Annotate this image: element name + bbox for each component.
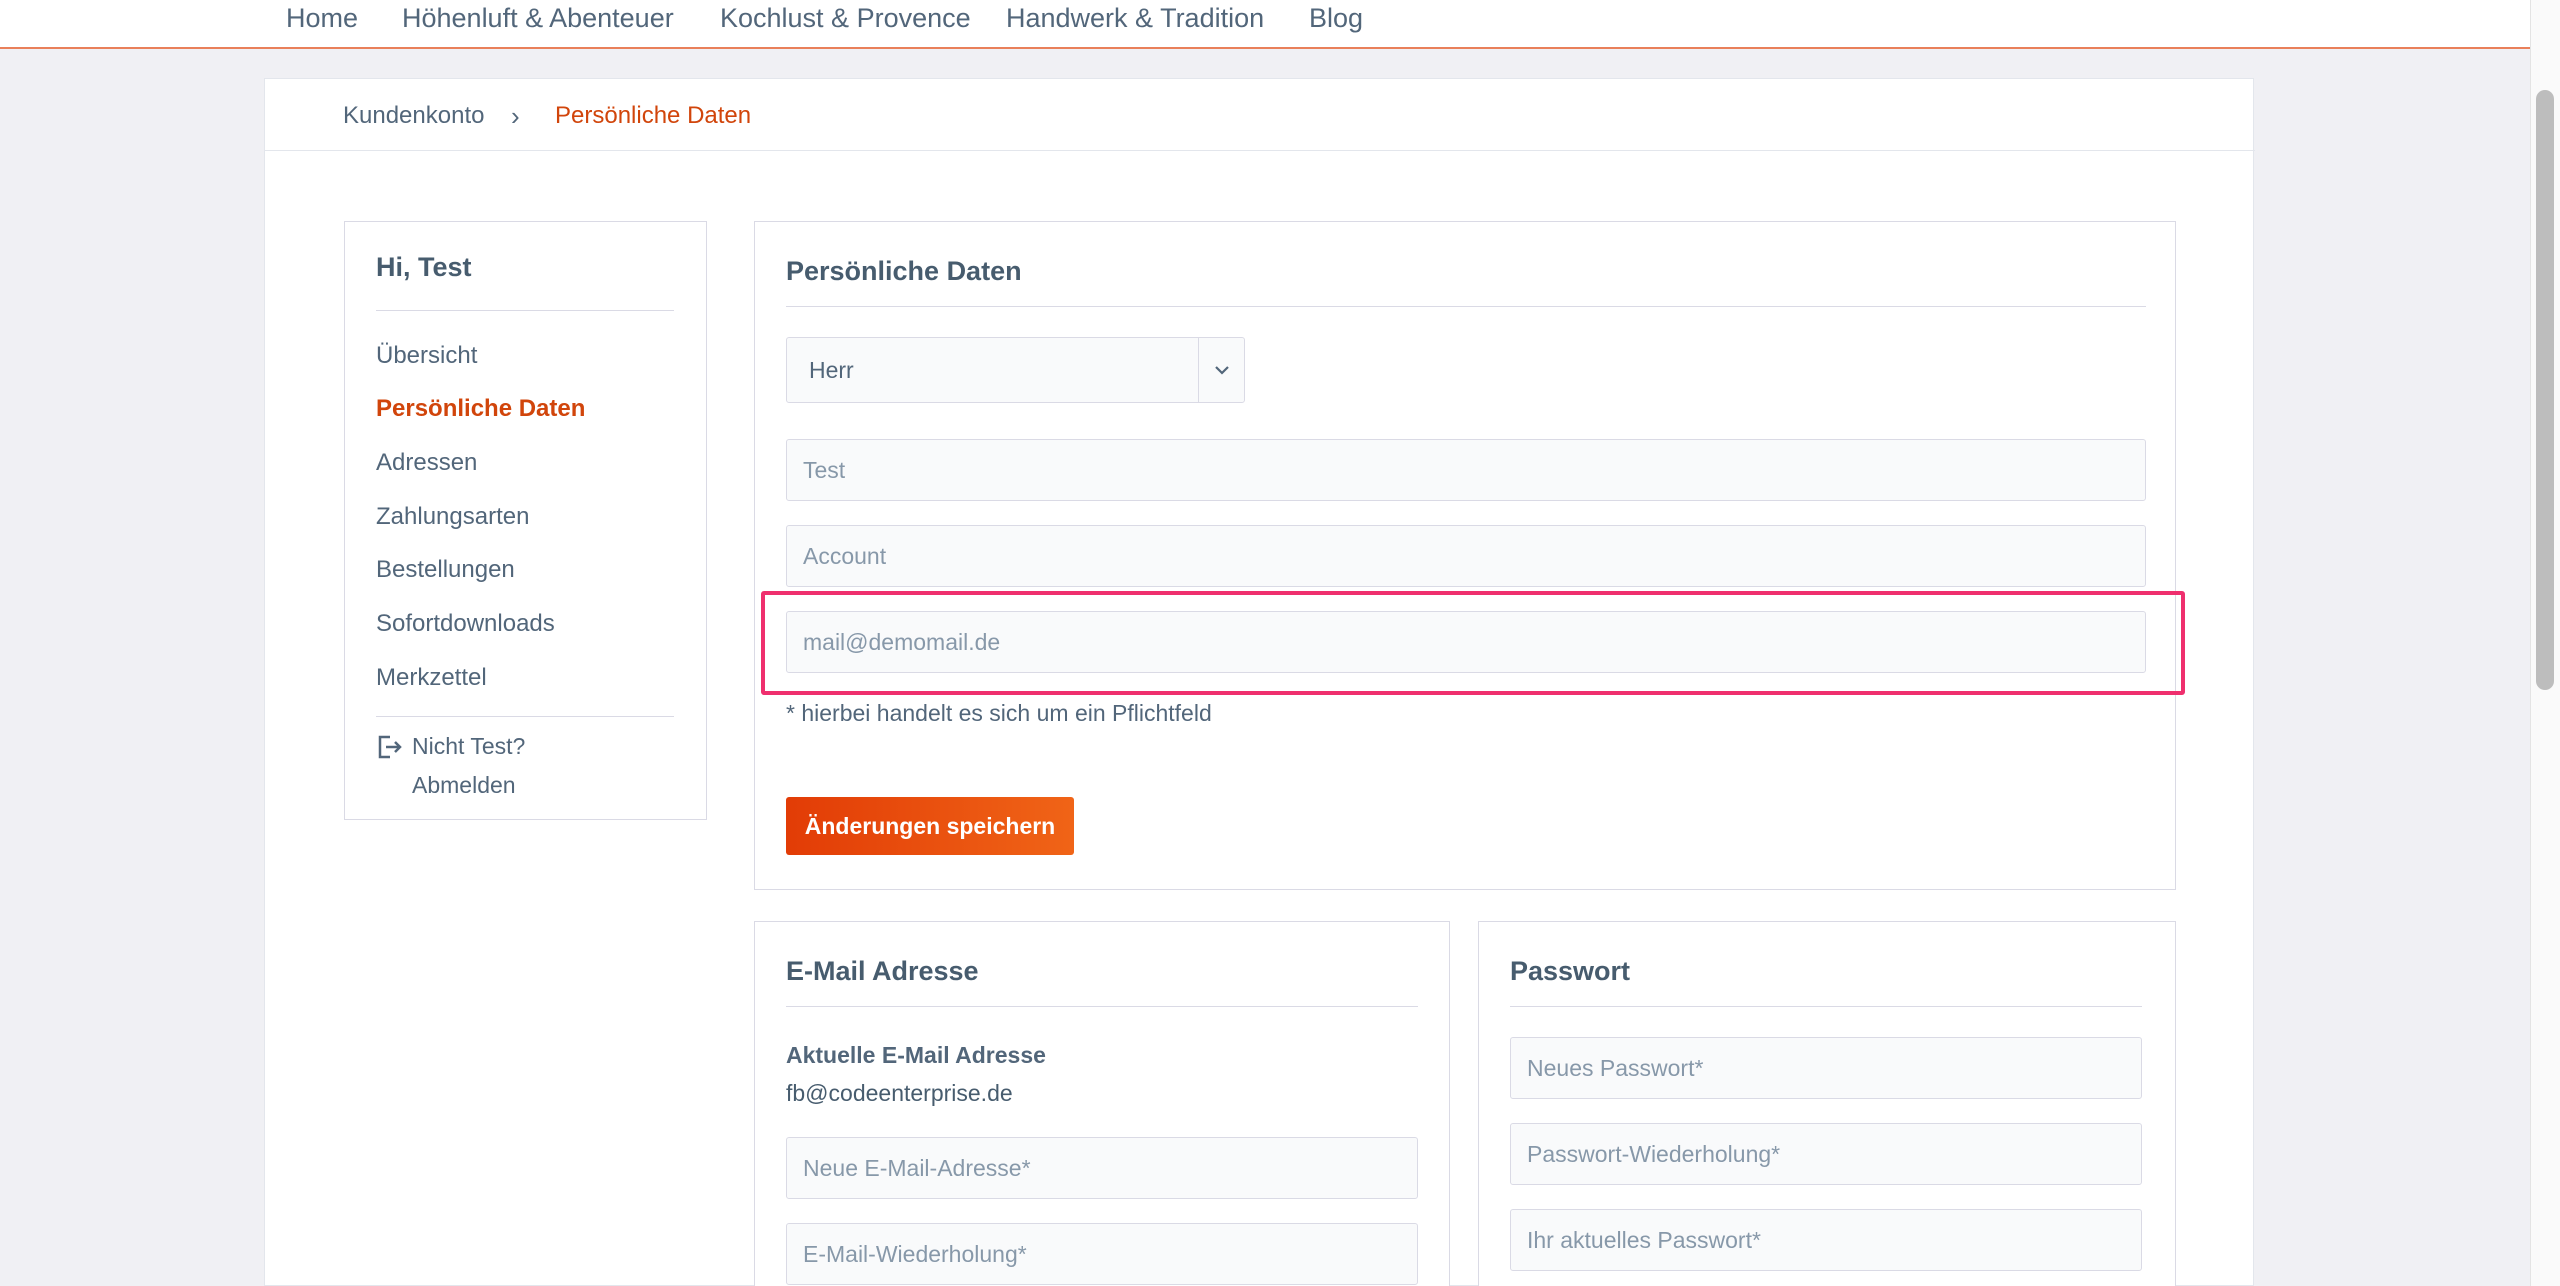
logout-link[interactable]: Abmelden [412, 770, 516, 800]
breadcrumb-separator-icon: › [511, 101, 520, 131]
new-email-input[interactable]: Neue E-Mail-Adresse* [786, 1137, 1418, 1199]
current-email-value: fb@codeenterprise.de [786, 1080, 1013, 1106]
sidebar-item-persoenliche-daten[interactable]: Persönliche Daten [376, 394, 585, 424]
breadcrumb: Kundenkonto › Persönliche Daten [265, 79, 2255, 151]
top-navigation: Home Höhenluft & Abenteuer Kochlust & Pr… [0, 0, 2530, 49]
email-panel-title: E-Mail Adresse [786, 956, 979, 986]
personal-data-panel: Persönliche Daten Herr Test Account mail… [754, 221, 2176, 890]
salutation-select[interactable]: Herr [786, 337, 1245, 403]
sidebar-item-zahlungsarten[interactable]: Zahlungsarten [376, 502, 529, 532]
current-email-label: Aktuelle E-Mail Adresse [786, 1042, 1046, 1068]
required-field-note: * hierbei handelt es sich um ein Pflicht… [786, 700, 1212, 726]
content-card: Kundenkonto › Persönliche Daten Hi, Test… [264, 78, 2255, 1286]
nav-item-handwerk[interactable]: Handwerk & Tradition [1006, 0, 1264, 36]
panel-divider [1510, 1006, 2142, 1007]
sidebar-item-sofortdownloads[interactable]: Sofortdownloads [376, 609, 555, 639]
last-name-field[interactable]: Account [786, 525, 2146, 587]
sidebar-item-bestellungen[interactable]: Bestellungen [376, 555, 515, 585]
panel-divider [786, 306, 2146, 307]
repeat-email-input[interactable]: E-Mail-Wiederholung* [786, 1223, 1418, 1285]
personal-data-title: Persönliche Daten [786, 256, 1022, 286]
nav-item-home[interactable]: Home [286, 0, 358, 36]
email-panel: E-Mail Adresse Aktuelle E-Mail Adresse f… [754, 921, 1450, 1286]
breadcrumb-kundenkonto[interactable]: Kundenkonto [343, 101, 484, 131]
repeat-password-input[interactable]: Passwort-Wiederholung* [1510, 1123, 2142, 1185]
sidebar-item-merkzettel[interactable]: Merkzettel [376, 663, 487, 693]
first-name-field[interactable]: Test [786, 439, 2146, 501]
nav-item-hoehenluft[interactable]: Höhenluft & Abenteuer [402, 0, 674, 36]
new-password-input[interactable]: Neues Passwort* [1510, 1037, 2142, 1099]
sidebar-item-adressen[interactable]: Adressen [376, 448, 477, 478]
sidebar-item-uebersicht[interactable]: Übersicht [376, 341, 477, 371]
sidebar-greeting: Hi, Test [376, 252, 472, 282]
nav-item-kochlust[interactable]: Kochlust & Provence [720, 0, 971, 36]
account-sidebar: Hi, Test Übersicht Persönliche Daten Adr… [344, 221, 707, 820]
save-changes-button[interactable]: Änderungen speichern [786, 797, 1074, 855]
sidebar-divider [376, 716, 674, 717]
salutation-value: Herr [809, 357, 854, 383]
sidebar-divider [376, 310, 674, 311]
nav-item-blog[interactable]: Blog [1309, 0, 1363, 36]
panel-divider [786, 1006, 1418, 1007]
logout-icon[interactable] [376, 734, 402, 760]
current-password-input[interactable]: Ihr aktuelles Passwort* [1510, 1209, 2142, 1271]
password-panel: Passwort Neues Passwort* Passwort-Wieder… [1478, 921, 2176, 1286]
password-panel-title: Passwort [1510, 956, 1631, 986]
logout-question[interactable]: Nicht Test? [412, 731, 525, 761]
highlight-annotation [761, 591, 2185, 695]
scrollbar-thumb[interactable] [2536, 90, 2554, 690]
breadcrumb-current[interactable]: Persönliche Daten [555, 101, 751, 131]
chevron-down-icon[interactable] [1198, 338, 1244, 402]
